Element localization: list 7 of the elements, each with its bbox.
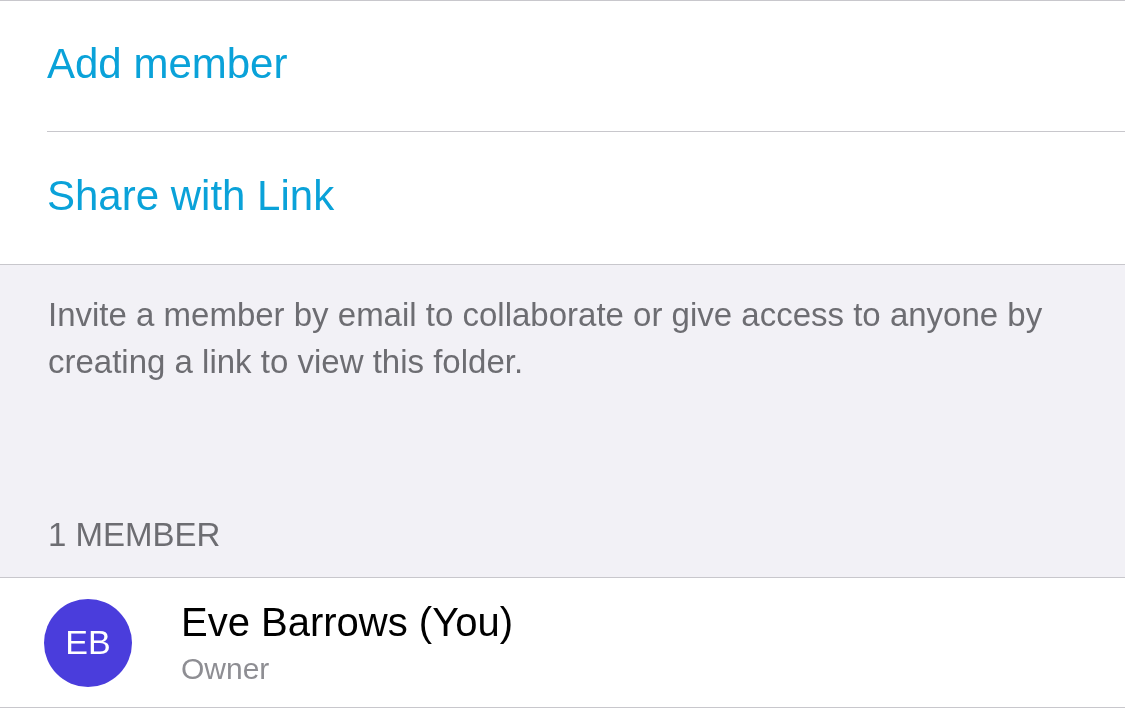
section-header: 1 MEMBER [48, 518, 222, 551]
action-link[interactable]: Share with Link [47, 175, 335, 221]
member-name: Eve Barrows (You) [181, 601, 513, 642]
avatar: EB [44, 598, 132, 687]
description-text: Invite a member by email to collaborate or give access to anyone by creating a link to view this folder. [48, 295, 1044, 382]
action-link[interactable]: Add member [47, 43, 288, 89]
member-role: Owner [181, 653, 271, 684]
